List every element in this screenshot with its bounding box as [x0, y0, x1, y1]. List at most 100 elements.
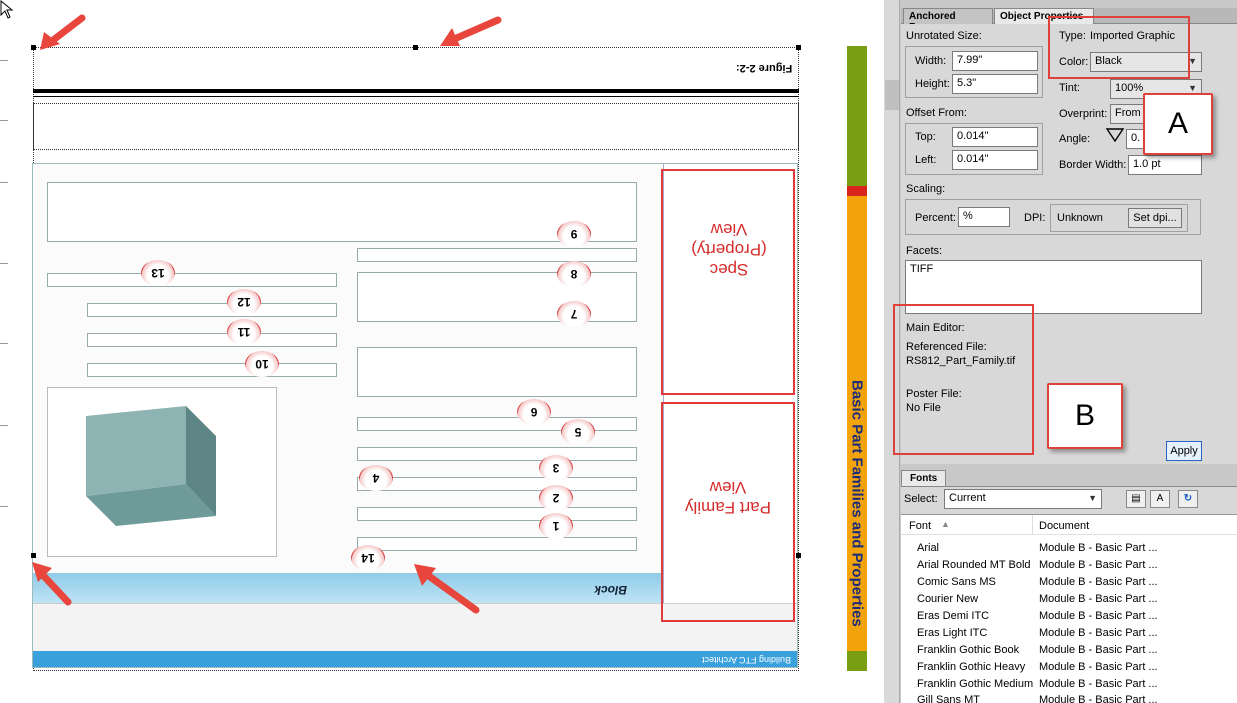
- embedded-block-heading: Block: [594, 583, 627, 597]
- font-name: Arial Rounded MT Bold: [917, 559, 1031, 571]
- embedded-field: [47, 182, 637, 242]
- replace-font-icon[interactable]: A: [1150, 490, 1170, 508]
- embedded-callout-badge: 1: [539, 513, 573, 539]
- red-arrow-icon: [40, 14, 86, 50]
- fonts-select-value: Current: [949, 492, 986, 504]
- chevron-down-icon: ▼: [1188, 83, 1197, 93]
- embedded-callout-badge: 3: [539, 455, 573, 481]
- fonts-table: Font ▲ Document Arial Module B - Basic Pa…: [901, 514, 1237, 703]
- caption-rule-thin: [33, 96, 799, 97]
- font-document: Module B - Basic Part ...: [1039, 610, 1158, 622]
- font-name: Franklin Gothic Heavy: [917, 661, 1026, 673]
- embedded-callout-badge: 8: [557, 261, 591, 287]
- facets-heading: Facets:: [906, 245, 943, 257]
- table-row[interactable]: Franklin Gothic Heavy Module B - Basic Pa…: [901, 659, 1237, 676]
- font-document: Module B - Basic Part ...: [1039, 542, 1158, 554]
- dpi-value: Unknown: [1057, 212, 1103, 224]
- embedded-block-band: [32, 573, 667, 603]
- font-name: Eras Demi ITC: [917, 610, 990, 622]
- frame-handle-top-left[interactable]: [31, 45, 36, 50]
- table-row[interactable]: Arial Rounded MT Bold Module B - Basic Pa…: [901, 557, 1237, 574]
- set-dpi-button[interactable]: Set dpi...: [1128, 208, 1182, 228]
- caption-text-frame[interactable]: [33, 103, 799, 150]
- embedded-field: [357, 447, 637, 461]
- embedded-callout-badge: 4: [359, 465, 393, 491]
- embedded-callout-badge: 14: [351, 545, 385, 571]
- embedded-callout-badge: 10: [245, 351, 279, 377]
- offset-top-label: Top:: [915, 131, 936, 143]
- apply-button[interactable]: Apply: [1166, 441, 1202, 461]
- table-row[interactable]: Arial Module B - Basic Part ...: [901, 540, 1237, 557]
- height-label: Height:: [915, 78, 950, 90]
- border-width-label: Border Width:: [1059, 159, 1127, 171]
- caption-rule: [33, 89, 799, 93]
- callout-b: B: [1047, 383, 1123, 449]
- font-name: Comic Sans MS: [917, 576, 996, 588]
- embedded-callout-badge: 11: [227, 319, 261, 345]
- embedded-field: [357, 248, 637, 262]
- mouse-cursor-icon: [0, 0, 14, 19]
- red-arrow-icon: [414, 564, 480, 614]
- percent-label: Percent:: [915, 212, 956, 224]
- tab-fonts[interactable]: Fonts: [901, 470, 947, 486]
- unrotated-size-heading: Unrotated Size:: [906, 30, 982, 42]
- embedded-field: [87, 363, 337, 377]
- dpi-label: DPI:: [1024, 212, 1046, 224]
- tint-label: Tint:: [1059, 82, 1080, 94]
- font-document: Module B - Basic Part ...: [1039, 644, 1158, 656]
- embedded-field: [357, 272, 637, 322]
- embedded-callout-badge: 5: [561, 419, 595, 445]
- tab-anchored-frame[interactable]: Anchored Frame: [903, 8, 993, 33]
- font-name: Franklin Gothic Book: [917, 644, 1020, 656]
- embedded-field: [357, 347, 637, 397]
- column-font[interactable]: Font: [909, 520, 931, 532]
- table-row[interactable]: Eras Light ITC Module B - Basic Part ...: [901, 625, 1237, 642]
- font-document: Module B - Basic Part ...: [1039, 593, 1158, 605]
- embedded-spec-pane-label: Spec (Property) View: [691, 220, 767, 279]
- frame-handle-top-right[interactable]: [796, 45, 801, 50]
- frame-handle-mid-left[interactable]: [31, 553, 36, 558]
- fonts-table-header: Font ▲ Document: [901, 515, 1237, 535]
- scrollbar-thumb[interactable]: [885, 80, 899, 110]
- font-document: Module B - Basic Part ...: [1039, 627, 1158, 639]
- frame-handle-top-center[interactable]: [413, 45, 418, 50]
- frame-handle-mid-right[interactable]: [796, 553, 801, 558]
- table-row[interactable]: Courier New Module B - Basic Part ...: [901, 591, 1237, 608]
- embedded-field: [357, 477, 637, 491]
- font-document: Module B - Basic Part ...: [1039, 661, 1158, 673]
- fonts-select[interactable]: Current ▼: [944, 489, 1102, 509]
- font-name: Arial: [917, 542, 940, 554]
- offset-left-label: Left:: [915, 154, 937, 166]
- height-field[interactable]: 5.3": [952, 74, 1038, 94]
- figure-caption-text: Figure 2-2:: [735, 62, 792, 74]
- border-width-field[interactable]: 1.0 pt: [1128, 155, 1202, 175]
- box-3d-icon: [86, 406, 216, 526]
- strip-green-bottom: [847, 651, 867, 671]
- embedded-titlebar: Building FTC Architect: [33, 651, 797, 667]
- embedded-field: [87, 333, 337, 347]
- callout-a: A: [1143, 93, 1213, 155]
- column-document[interactable]: Document: [1039, 520, 1089, 532]
- app-stage: Figure 2-2: Building FTC Architect Block…: [0, 0, 1237, 703]
- tint-select-value: 100%: [1115, 82, 1144, 94]
- find-font-icon[interactable]: ▤: [1126, 490, 1146, 508]
- table-row[interactable]: Comic Sans MS Module B - Basic Part ...: [901, 574, 1237, 591]
- embedded-field: [357, 537, 637, 551]
- table-row[interactable]: Franklin Gothic Book Module B - Basic Par…: [901, 642, 1237, 659]
- chevron-down-icon: ▼: [1088, 493, 1097, 503]
- column-divider: [1032, 515, 1033, 535]
- width-field[interactable]: 7.99": [952, 51, 1038, 71]
- strip-green: [847, 46, 867, 186]
- table-row[interactable]: Eras Demi ITC Module B - Basic Part ...: [901, 608, 1237, 625]
- offset-left-field[interactable]: 0.014": [952, 150, 1038, 170]
- table-row[interactable]: Franklin Gothic Medium Module B - Basic P…: [901, 676, 1237, 693]
- refresh-icon[interactable]: ↻: [1178, 490, 1198, 508]
- font-name: Eras Light ITC: [917, 627, 988, 639]
- percent-field[interactable]: %: [958, 207, 1010, 227]
- overprint-label: Overprint:: [1059, 108, 1108, 120]
- table-row[interactable]: Gill Sans MT Module B - Basic Part ...: [901, 692, 1237, 703]
- callout-outline-type: [1048, 16, 1190, 79]
- embedded-spec-pane-outline: [661, 169, 795, 395]
- red-arrow-icon: [440, 16, 502, 46]
- offset-top-field[interactable]: 0.014": [952, 127, 1038, 147]
